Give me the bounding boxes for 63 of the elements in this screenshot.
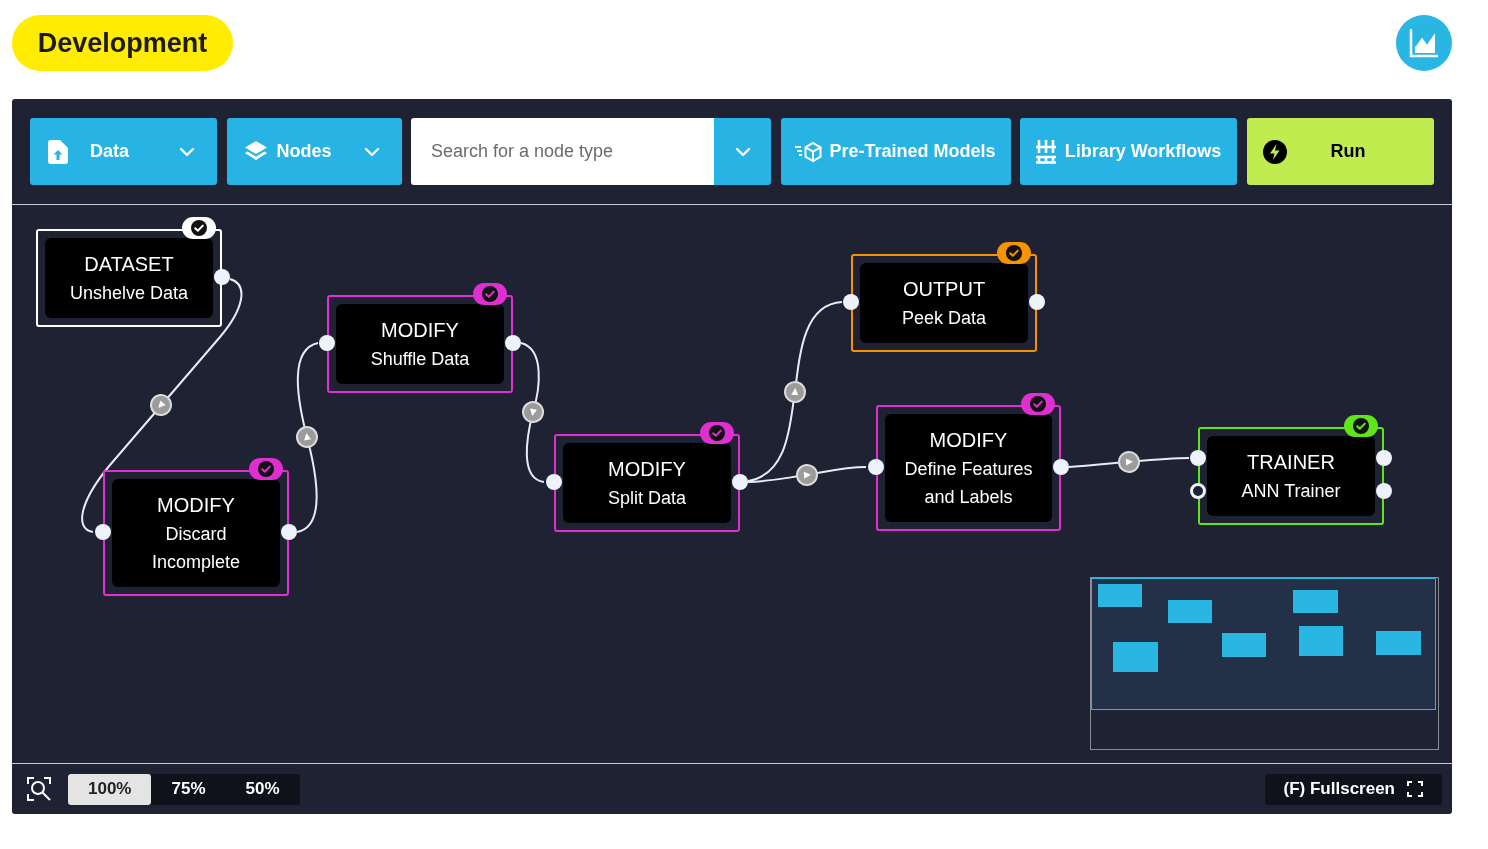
node-card[interactable]: MODIFY Shuffle Data [327,295,513,393]
connection-port[interactable] [732,474,748,490]
node-title: Discard Incomplete [150,523,242,574]
node-card[interactable]: DATASET Unshelve Data [36,229,222,327]
search-field[interactable]: Search for a node type [411,118,714,185]
node-card[interactable]: MODIFY Discard Incomplete [103,470,289,596]
node-type-label: DATASET [84,252,174,277]
minimap-node [1098,584,1142,607]
direction-marker-icon [296,426,318,448]
node-title: Peek Data [901,307,987,330]
connection-port[interactable] [868,459,884,475]
minimap-node [1293,590,1338,613]
connection-port[interactable] [505,335,521,351]
fullscreen-button[interactable]: (F) Fullscreen [1264,773,1442,805]
node-card[interactable]: MODIFY Define Features and Labels [876,405,1061,531]
run-button[interactable]: Run [1246,118,1434,185]
minimap-node [1168,600,1212,623]
node-title: Unshelve Data [69,282,189,305]
connection-port[interactable] [1190,450,1206,466]
connection-port[interactable] [95,524,111,540]
connection-port[interactable] [1053,459,1069,475]
minimap-node [1222,633,1266,657]
node-card[interactable]: OUTPUT Peek Data [851,254,1037,352]
direction-marker-icon [522,401,544,423]
zoom-option[interactable]: 75% [151,773,226,805]
connection-port[interactable] [319,335,335,351]
node-type-label: TRAINER [1247,450,1335,475]
zoom-option[interactable]: 50% [225,773,300,805]
connection-port[interactable] [1190,483,1206,499]
file-upload-icon [48,139,68,164]
zoom-option[interactable]: 100% [68,773,152,805]
layers-icon [244,141,267,162]
node-title: ANN Trainer [1241,480,1341,503]
minimap-node [1299,626,1343,656]
node-title: Shuffle Data [370,348,470,371]
node-type-label: MODIFY [608,457,686,482]
direction-marker-icon [1118,451,1140,473]
fullscreen-icon [1407,781,1423,797]
minimap-node [1376,631,1421,655]
connection-port[interactable] [1029,294,1045,310]
connection-port[interactable] [214,269,230,285]
cube-icon [795,140,823,163]
connection-port[interactable] [1376,450,1392,466]
connection-port[interactable] [1376,483,1392,499]
connection-port[interactable] [281,524,297,540]
node-type-label: MODIFY [381,318,459,343]
zoom-search-icon[interactable] [27,777,51,801]
minimap-node [1113,642,1158,672]
direction-marker-icon [784,381,806,403]
node-type-label: MODIFY [929,428,1008,453]
columns-icon [1035,139,1056,164]
environment-badge: Development [12,15,233,71]
connection-port[interactable] [843,294,859,310]
node-card[interactable]: TRAINER ANN Trainer [1198,427,1384,525]
node-card[interactable]: MODIFY Split Data [554,434,740,532]
bolt-icon [1262,139,1287,164]
node-title: Define Features and Labels [903,458,1034,509]
direction-marker-icon [150,394,172,416]
connection-port[interactable] [546,474,562,490]
node-type-label: MODIFY [157,493,235,518]
direction-marker-icon [796,464,818,486]
node-title: Split Data [607,487,686,510]
node-type-label: OUTPUT [902,277,986,302]
